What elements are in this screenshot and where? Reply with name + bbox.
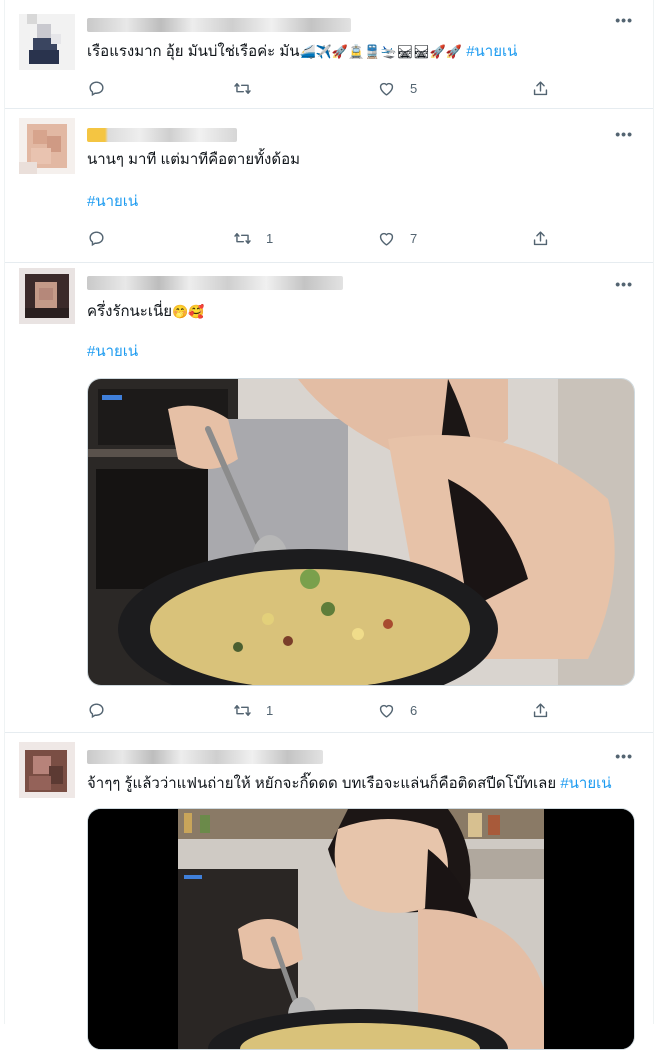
hashtag-link[interactable]: #นายเน่ [560,775,611,792]
tweet-actions: 5 [87,76,557,100]
reply-button[interactable] [87,76,120,100]
more-icon[interactable]: ••• [615,126,633,142]
like-button[interactable]: 7 [377,226,417,250]
tweet-text: ครึ่งรักนะเนี่ย🤭🥰 [87,303,205,320]
more-icon[interactable]: ••• [615,12,633,28]
retweet-icon [234,704,251,716]
retweet-icon [234,82,251,94]
share-button[interactable] [531,226,550,250]
tweet-text: เรือแรงมาก อุ้ย มันบ่ใช่เรือค่ะ มัน🚄✈️🚀🚊… [87,43,518,60]
tweet[interactable]: ••• ครึ่งรักนะเนี่ย🤭🥰 #นายเน่ 1 6 [5,262,653,733]
avatar[interactable] [19,742,75,798]
retweet-button[interactable]: 1 [233,698,273,722]
like-icon [379,704,394,718]
reply-icon [89,80,104,96]
reply-icon [89,702,104,718]
retweet-button[interactable] [233,76,266,100]
share-icon [533,702,548,717]
blurred-username[interactable] [87,128,237,142]
share-icon [533,230,548,245]
tweet-photo[interactable] [87,378,635,686]
blurred-username[interactable] [87,18,351,32]
tweet[interactable]: ••• นานๆ มาที แต่มาทีคือตายทั้งด้อม #นาย… [5,108,653,263]
tweet-text: จ้าๆๆ รู้แล้วว่าแฟนถ่ายให้ หยักจะกิ๊ดดด … [87,775,612,792]
share-icon [533,80,548,95]
share-button[interactable] [531,698,550,722]
avatar[interactable] [19,14,75,70]
retweet-icon [234,232,251,244]
blurred-username[interactable] [87,750,323,764]
tweet-emojis: 🚄✈️🚀🚊🚆🛬🛤🛤🚀🚀 [299,44,463,59]
like-button[interactable]: 6 [377,698,417,722]
blurred-username[interactable] [87,276,343,290]
like-icon [379,232,394,246]
like-button[interactable]: 5 [377,76,417,100]
reply-icon [89,230,104,246]
tweet-actions: 1 6 [87,698,557,722]
tweet-feed: ••• เรือแรงมาก อุ้ย มันบ่ใช่เรือค่ะ มัน🚄… [4,0,654,1050]
tweet[interactable]: ••• จ้าๆๆ รู้แล้วว่าแฟนถ่ายให้ หยักจะกิ๊… [5,732,653,1050]
like-icon [379,82,394,96]
reply-button[interactable] [87,226,120,250]
tweet-actions: 1 7 [87,226,557,250]
tweet-photo[interactable] [87,808,635,1050]
hashtag-link[interactable]: #นายเน่ [87,342,138,362]
more-icon[interactable]: ••• [615,276,633,292]
tweet-emojis: 🤭🥰 [172,304,205,319]
hashtag-link[interactable]: #นายเน่ [87,192,138,212]
share-button[interactable] [531,76,550,100]
hashtag-link[interactable]: #นายเน่ [466,43,517,60]
retweet-button[interactable]: 1 [233,226,273,250]
reply-button[interactable] [87,698,120,722]
avatar[interactable] [19,118,75,174]
more-icon[interactable]: ••• [615,748,633,764]
tweet[interactable]: ••• เรือแรงมาก อุ้ย มันบ่ใช่เรือค่ะ มัน🚄… [5,0,653,109]
avatar[interactable] [19,268,75,324]
tweet-text: นานๆ มาที แต่มาทีคือตายทั้งด้อม [87,151,300,168]
